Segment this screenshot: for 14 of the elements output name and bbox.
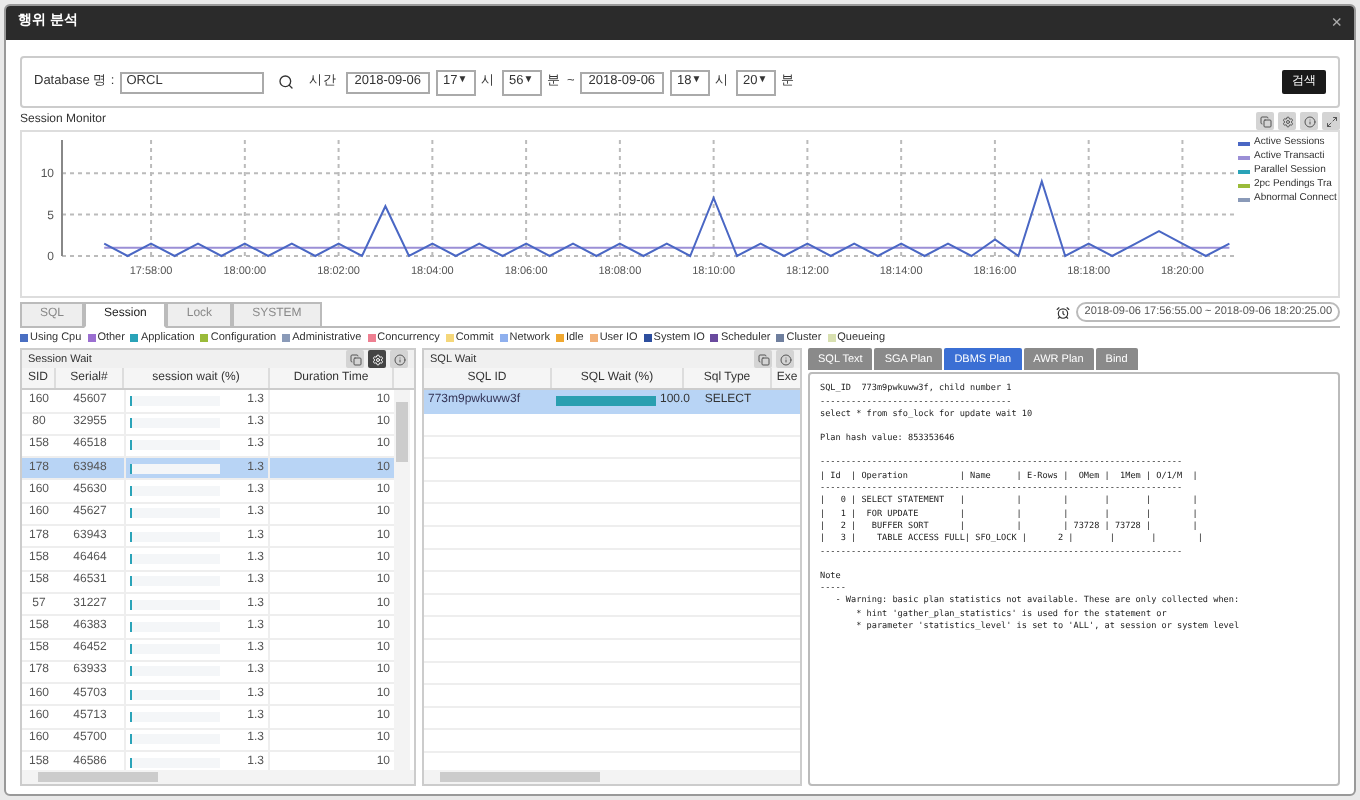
horizontal-scrollbar[interactable]	[22, 770, 414, 784]
clock-icon	[1056, 305, 1071, 320]
expand-icon[interactable]	[1322, 112, 1340, 130]
info-icon[interactable]	[1300, 112, 1318, 130]
vertical-scrollbar[interactable]	[394, 390, 410, 770]
info-icon[interactable]	[390, 350, 408, 369]
horizontal-scrollbar[interactable]	[424, 770, 800, 784]
copy-icon[interactable]	[1256, 112, 1274, 130]
copy-icon[interactable]	[754, 350, 772, 369]
info-icon[interactable]	[776, 350, 794, 369]
close-button[interactable]: ×	[1331, 14, 1342, 32]
copy-icon[interactable]	[346, 350, 364, 369]
settings-icon[interactable]	[1278, 112, 1296, 130]
search-icon[interactable]	[278, 74, 295, 90]
